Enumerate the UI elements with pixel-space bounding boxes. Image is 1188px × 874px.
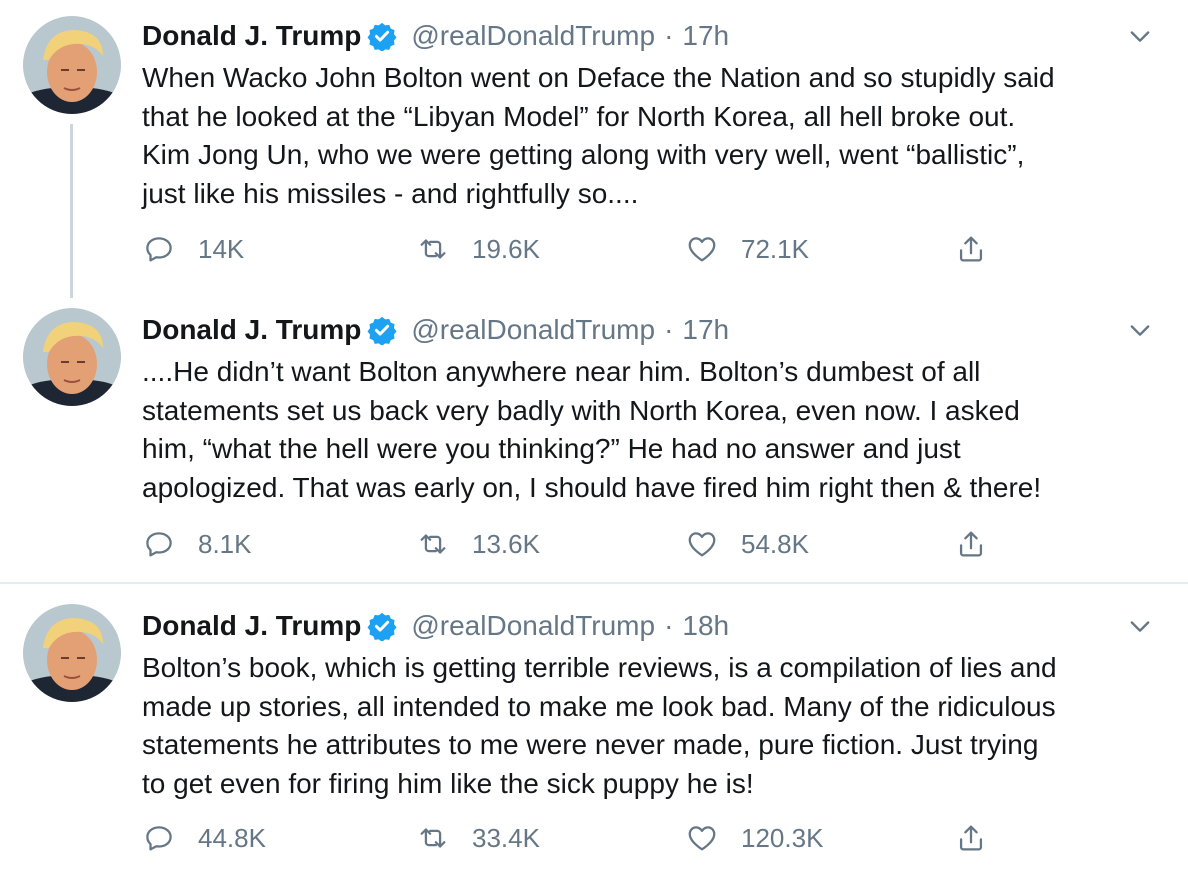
share-button[interactable] [954, 818, 988, 858]
reply-button[interactable]: 44.8K [142, 818, 266, 858]
reply-icon [146, 237, 172, 262]
separator: · [664, 314, 674, 345]
author-name[interactable]: Donald J. Trump [142, 610, 361, 642]
tweet[interactable]: Donald J. Trump @realDonaldTrump · 17h .… [0, 300, 1188, 584]
retweet-icon [420, 534, 446, 554]
reply-button[interactable]: 8.1K [142, 524, 252, 564]
retweet-count: 19.6K [472, 233, 540, 264]
author-handle[interactable]: @realDonaldTrump [411, 314, 655, 346]
thread-connector [70, 124, 73, 298]
author-handle[interactable]: @realDonaldTrump [411, 610, 655, 642]
tweet-text-line: just like his missiles - and rightfully … [142, 177, 639, 209]
tweet-text: ....He didn’t want Bolton anywhere near … [142, 353, 1172, 507]
like-count: 72.1K [741, 233, 809, 264]
verified-badge-icon [367, 315, 397, 345]
retweet-icon [420, 828, 446, 848]
tweet-text: When Wacko John Bolton went on Deface th… [142, 59, 1172, 213]
tweet-actions: 8.1K 13.6K 54.8K [142, 524, 1142, 564]
retweet-button[interactable]: 13.6K [416, 524, 540, 564]
author-handle[interactable]: @realDonaldTrump [411, 20, 655, 52]
tweet[interactable]: Donald J. Trump @realDonaldTrump · 18h B… [0, 584, 1188, 874]
like-button[interactable]: 54.8K [685, 524, 809, 564]
timestamp[interactable]: 17h [682, 314, 729, 346]
tweet-text-line: statements he attributes to me were neve… [142, 729, 1039, 760]
retweet-button[interactable]: 19.6K [416, 229, 540, 269]
share-icon [959, 825, 983, 851]
heart-icon [688, 826, 716, 851]
timestamp[interactable]: 18h [682, 610, 729, 642]
tweet-text-line: made up stories, all intended to make me… [142, 690, 1056, 722]
tweet-text-line: Bolton’s book, which is getting terrible… [142, 652, 1057, 683]
avatar-image [23, 604, 121, 702]
tweet-header: Donald J. Trump @realDonaldTrump · 18h [142, 608, 729, 644]
reply-icon [146, 532, 172, 557]
share-button[interactable] [954, 229, 988, 269]
share-icon [959, 236, 983, 262]
heart-icon [688, 237, 716, 262]
avatar[interactable] [23, 16, 121, 114]
tweet-text-line: to get even for firing him like the sick… [142, 767, 754, 799]
tweet-text-line: ....He didn’t want Bolton anywhere near … [142, 356, 981, 387]
share-button[interactable] [954, 524, 988, 564]
avatar[interactable] [23, 604, 121, 702]
tweet-header: Donald J. Trump @realDonaldTrump · 17h [142, 18, 729, 54]
avatar[interactable] [23, 308, 121, 406]
heart-icon [688, 532, 716, 557]
author-name[interactable]: Donald J. Trump [142, 314, 361, 346]
like-count: 54.8K [741, 528, 809, 559]
tweet[interactable]: Donald J. Trump @realDonaldTrump · 17h W… [0, 0, 1188, 300]
tweet-text-line: When Wacko John Bolton went on Deface th… [142, 62, 1055, 93]
reply-icon [146, 826, 172, 851]
like-count: 120.3K [741, 822, 824, 853]
timestamp[interactable]: 17h [682, 20, 729, 52]
tweet-text-line: statements set us back very badly with N… [142, 394, 1020, 426]
retweet-count: 33.4K [472, 822, 540, 853]
verified-badge-icon [367, 611, 397, 641]
tweet-text-line: apologized. That was early on, I should … [142, 471, 1042, 503]
like-button[interactable]: 120.3K [685, 818, 823, 858]
chevron-down-icon[interactable] [1126, 22, 1154, 50]
tweet-header: Donald J. Trump @realDonaldTrump · 17h [142, 312, 729, 348]
author-name[interactable]: Donald J. Trump [142, 20, 361, 52]
chevron-down-icon[interactable] [1126, 612, 1154, 640]
retweet-icon [420, 239, 446, 259]
chevron-down-icon[interactable] [1126, 316, 1154, 344]
share-icon [959, 531, 983, 557]
avatar-image [23, 308, 121, 406]
separator: · [664, 610, 674, 641]
tweet-timeline: Donald J. Trump @realDonaldTrump · 17h W… [0, 0, 1188, 874]
reply-count: 14K [198, 233, 245, 264]
tweet-text-line: Kim Jong Un, who we were getting along w… [142, 139, 1025, 170]
verified-badge-icon [367, 21, 397, 51]
reply-count: 44.8K [198, 822, 266, 853]
reply-button[interactable]: 14K [142, 229, 244, 269]
tweet-text: Bolton’s book, which is getting terrible… [142, 649, 1172, 803]
tweet-text-line: that he looked at the “Libyan Model” for… [142, 100, 1016, 132]
separator: · [664, 20, 674, 51]
like-button[interactable]: 72.1K [685, 229, 809, 269]
tweet-actions: 14K 19.6K 72.1K [142, 229, 1142, 269]
reply-count: 8.1K [198, 528, 252, 559]
retweet-count: 13.6K [472, 528, 540, 559]
avatar-image [23, 16, 121, 114]
retweet-button[interactable]: 33.4K [416, 818, 540, 858]
tweet-actions: 44.8K 33.4K 120.3K [142, 818, 1142, 858]
tweet-text-line: him, “what the hell were you thinking?” … [142, 433, 961, 464]
